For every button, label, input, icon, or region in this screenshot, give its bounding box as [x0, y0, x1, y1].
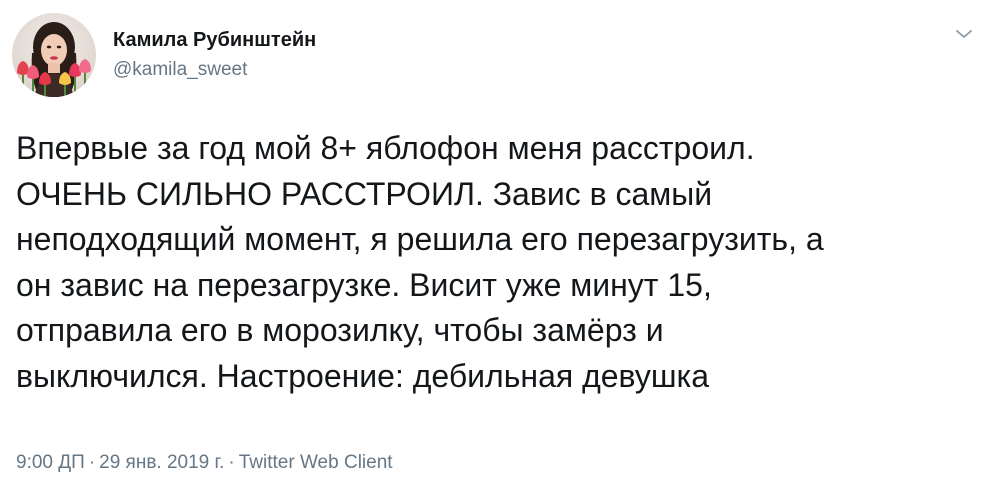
tweet-timestamp-link[interactable]: 9:00 ДП · 29 янв. 2019 г. — [16, 452, 224, 473]
display-name[interactable]: Камила Рубинштейн — [113, 27, 316, 53]
profile-photo-with-tulips-icon — [12, 13, 96, 97]
tweet-text-line: отправила его в морозилку, чтобы замёрз … — [16, 312, 664, 348]
tweet-text-line: он завис на перезагрузке. Висит уже мину… — [16, 266, 712, 303]
tweet-text: Впервые за год мой 8+ яблофон меня расст… — [16, 126, 981, 399]
tweet-time: 9:00 ДП — [16, 452, 85, 473]
tweet-text-line: выключился. Настроение: дебильная девушк… — [16, 357, 710, 394]
tweet-text-line: Впервые за год мой 8+ яблофон меня расст… — [16, 130, 755, 166]
tweet-header: Камила Рубинштейн @kamila_sweet — [12, 10, 316, 100]
user-handle[interactable]: @kamila_sweet — [113, 57, 316, 83]
tweet-menu-button[interactable] — [953, 26, 975, 42]
tweet-card: Камила Рубинштейн @kamila_sweet Впервые … — [0, 0, 993, 481]
tweet-client-link[interactable]: Twitter Web Client — [239, 452, 393, 473]
tweet-metadata: 9:00 ДП · 29 янв. 2019 г. · Twitter Web Clie… — [16, 451, 393, 475]
tweet-date: 29 янв. 2019 г. — [99, 452, 225, 473]
meta-separator: · — [88, 452, 96, 473]
tweet-text-line: ОЧЕНЬ СИЛЬНО РАССТРОИЛ. Завис в самый — [16, 175, 713, 212]
avatar[interactable] — [12, 13, 96, 97]
chevron-down-icon — [956, 30, 972, 38]
tweet-text-line: неподходящий момент, я решила его переза… — [16, 221, 824, 257]
meta-separator: · — [228, 452, 235, 473]
user-info: Камила Рубинштейн @kamila_sweet — [113, 27, 316, 83]
